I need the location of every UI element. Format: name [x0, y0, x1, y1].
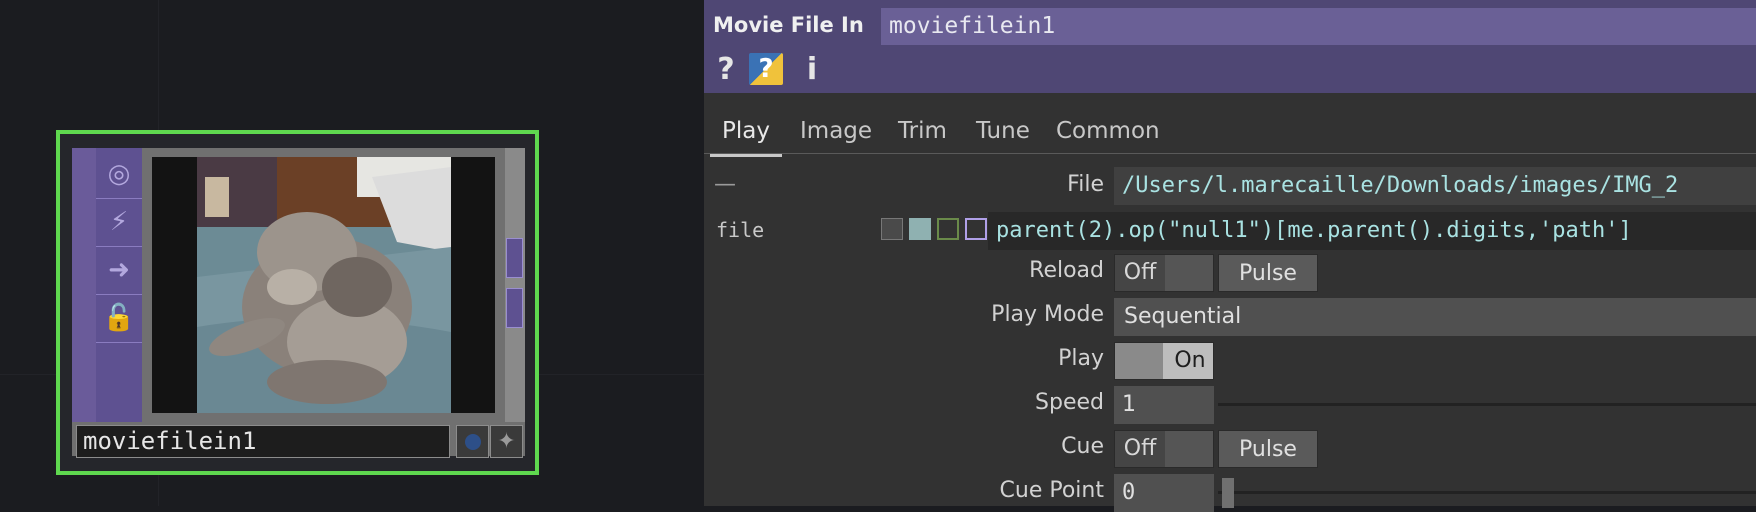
- output-connector[interactable]: [506, 288, 523, 328]
- node-output-strip: [505, 148, 525, 422]
- reload-state: Off: [1123, 260, 1157, 285]
- reload-toggle[interactable]: Off: [1114, 254, 1214, 292]
- lock-flag-icon[interactable]: 🔓: [96, 294, 142, 343]
- operator-name-field[interactable]: moviefilein1: [881, 8, 1756, 45]
- play-mode-menu[interactable]: Sequential: [1114, 298, 1756, 336]
- tab-play[interactable]: Play: [710, 108, 782, 157]
- cook-flag-icon[interactable]: ⚡: [96, 198, 142, 247]
- tab-tune[interactable]: Tune: [964, 108, 1042, 154]
- sparkle-icon: ✦: [497, 429, 516, 454]
- file-parameter-code: file: [716, 218, 765, 242]
- tab-image[interactable]: Image: [788, 108, 884, 154]
- constant-mode-icon[interactable]: [881, 218, 903, 240]
- cue-state: Off: [1123, 436, 1157, 461]
- play-toggle[interactable]: On: [1114, 342, 1214, 380]
- play-mode-label: Play Mode: [991, 302, 1104, 327]
- help-icon[interactable]: ?: [714, 50, 738, 88]
- cue-knob: [1165, 431, 1213, 467]
- python-help-icon[interactable]: ?: [748, 50, 784, 88]
- bind-mode-icon[interactable]: [965, 218, 987, 240]
- speed-field[interactable]: 1: [1114, 386, 1214, 424]
- tab-common[interactable]: Common: [1044, 108, 1172, 154]
- node-preview-image: [197, 157, 451, 413]
- display-flag-button[interactable]: [456, 425, 489, 458]
- reload-knob: [1165, 255, 1213, 291]
- python-help-glyph: ?: [749, 53, 783, 85]
- tab-divider: [704, 153, 1756, 154]
- export-mode-icon[interactable]: [937, 218, 959, 240]
- play-label: Play: [1058, 346, 1104, 371]
- bypass-flag-icon[interactable]: ◎: [96, 150, 142, 199]
- cue-point-slider[interactable]: [1218, 491, 1756, 494]
- cue-pulse-button[interactable]: Pulse: [1218, 430, 1318, 468]
- cue-label: Cue: [1061, 434, 1104, 459]
- display-dot-icon: [464, 433, 481, 450]
- speed-slider[interactable]: [1218, 403, 1756, 406]
- cue-point-field[interactable]: 0: [1114, 474, 1214, 512]
- node-input-strip: [72, 148, 97, 422]
- node-name-field[interactable]: moviefilein1: [76, 425, 450, 458]
- speed-label: Speed: [1035, 390, 1104, 415]
- operator-type-label: Movie File In: [713, 13, 864, 37]
- cue-point-label: Cue Point: [999, 478, 1104, 503]
- info-icon[interactable]: i: [802, 50, 822, 88]
- cue-point-slider-handle[interactable]: [1222, 478, 1234, 508]
- viewer-toggle-handle[interactable]: [506, 238, 523, 278]
- play-knob: [1115, 343, 1163, 379]
- file-path-field[interactable]: /Users/l.marecaille/Downloads/images/IMG…: [1114, 167, 1756, 205]
- reload-pulse-button[interactable]: Pulse: [1218, 254, 1318, 292]
- play-state: On: [1174, 348, 1206, 373]
- file-label: File: [1067, 172, 1104, 197]
- reload-label: Reload: [1029, 258, 1104, 283]
- export-flag-icon[interactable]: ➜: [96, 246, 142, 295]
- file-expression-field[interactable]: parent(2).op("null1")[me.parent().digits…: [988, 212, 1756, 250]
- expression-mode-icon[interactable]: [909, 218, 931, 240]
- tab-trim[interactable]: Trim: [886, 108, 959, 154]
- viewer-flag-button[interactable]: ✦: [490, 425, 523, 458]
- cue-toggle[interactable]: Off: [1114, 430, 1214, 468]
- panel-header: Movie File In moviefilein1 ? ? i: [704, 0, 1756, 93]
- parameter-panel: Movie File In moviefilein1 ? ? i Play Im…: [704, 0, 1756, 512]
